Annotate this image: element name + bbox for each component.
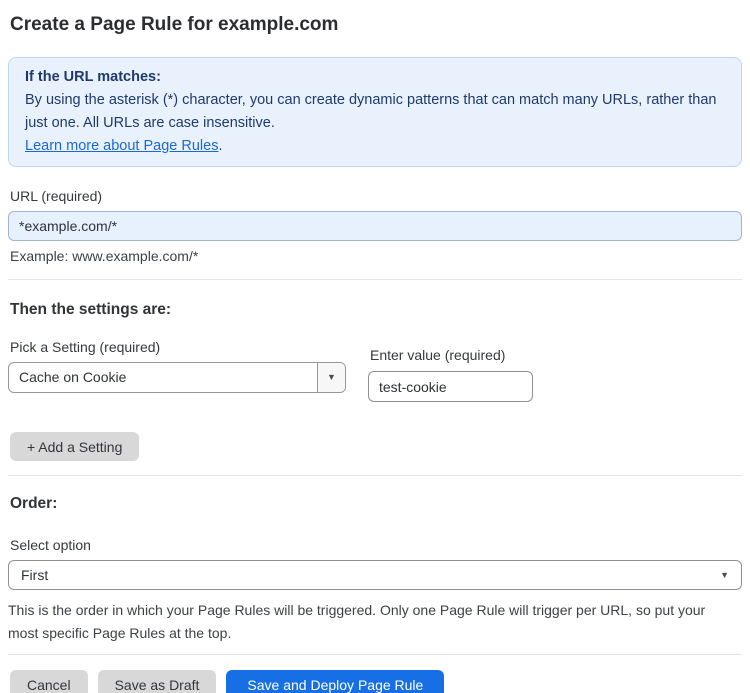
settings-row: Pick a Setting (required) Cache on Cooki… (8, 338, 742, 402)
divider (8, 475, 742, 476)
order-helper-text: This is the order in which your Page Rul… (8, 602, 706, 641)
url-example-helper: Example: www.example.com/* (10, 248, 199, 264)
setting-select[interactable]: Cache on Cookie ▼ (8, 362, 346, 393)
order-select-label: Select option (10, 537, 91, 553)
cancel-button[interactable]: Cancel (10, 670, 88, 693)
setting-select-arrow-segment[interactable]: ▼ (317, 363, 345, 392)
save-as-draft-button[interactable]: Save as Draft (97, 670, 217, 693)
divider (8, 654, 742, 655)
url-input[interactable] (8, 211, 742, 241)
url-match-info-box: If the URL matches: By using the asteris… (8, 57, 742, 167)
add-setting-button[interactable]: + Add a Setting (10, 432, 140, 461)
link-suffix: . (218, 138, 223, 154)
info-box-heading: If the URL matches: (25, 69, 161, 85)
order-select-value: First (21, 567, 49, 583)
divider (8, 279, 742, 280)
setting-select-value: Cache on Cookie (19, 369, 127, 385)
order-section-heading: Order: (10, 495, 58, 512)
setting-picker-column: Pick a Setting (required) Cache on Cooki… (8, 338, 348, 393)
setting-value-column: Enter value (required) (368, 338, 533, 402)
order-select[interactable]: First ▼ (8, 560, 742, 590)
info-box-link-line: Learn more about Page Rules. (25, 135, 725, 158)
chevron-down-icon: ▼ (327, 372, 336, 382)
setting-picker-label: Pick a Setting (required) (10, 339, 161, 355)
url-field-label: URL (required) (10, 188, 103, 204)
page-rule-form: Create a Page Rule for example.com If th… (0, 12, 750, 693)
setting-value-label: Enter value (required) (370, 347, 506, 363)
footer-actions: Cancel Save as Draft Save and Deploy Pag… (10, 670, 740, 693)
settings-section-heading: Then the settings are: (10, 301, 172, 318)
setting-value-input[interactable] (368, 371, 533, 402)
page-title: Create a Page Rule for example.com (10, 14, 339, 35)
learn-more-link[interactable]: Learn more about Page Rules (25, 138, 218, 154)
info-box-body: By using the asterisk (*) character, you… (25, 92, 717, 131)
save-and-deploy-button[interactable]: Save and Deploy Page Rule (226, 670, 445, 693)
chevron-down-icon: ▼ (720, 569, 729, 580)
